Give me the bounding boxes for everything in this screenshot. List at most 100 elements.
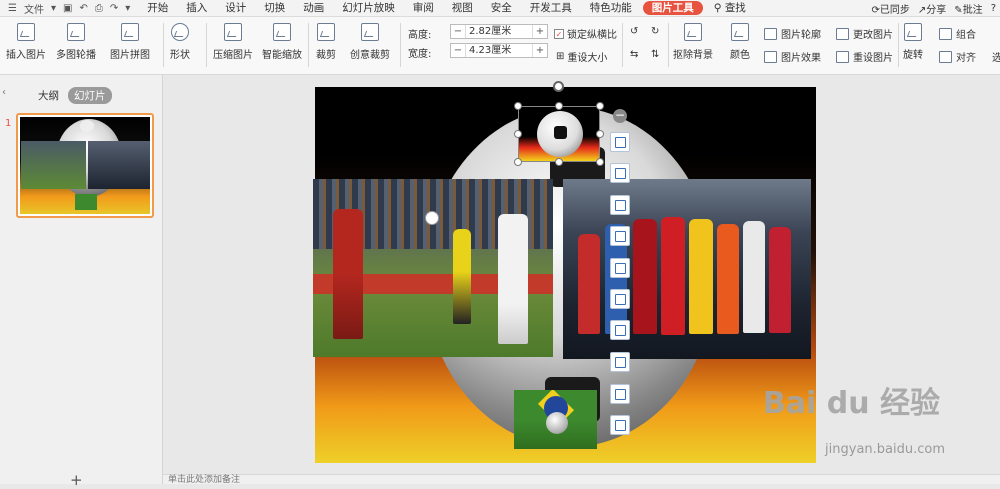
resize-handle-n[interactable]: [555, 102, 563, 110]
search-button[interactable]: ⚲ 查找: [705, 0, 755, 17]
picture-outline-button[interactable]: 图片轮廓: [764, 26, 821, 41]
crop-float-icon[interactable]: [610, 163, 630, 183]
print-icon[interactable]: ⎙: [95, 3, 103, 14]
hamburger-icon[interactable]: ☰: [8, 3, 17, 14]
collage-float-icon[interactable]: [610, 384, 630, 404]
border-float-icon[interactable]: [610, 415, 630, 435]
creative-crop-button[interactable]: 创意裁剪: [350, 23, 390, 61]
reset-size-button[interactable]: ⊞ 重设大小: [556, 49, 607, 64]
fit-float-icon[interactable]: [610, 289, 630, 309]
insert-picture-label: 插入图片: [6, 50, 46, 61]
layer-icon[interactable]: [610, 132, 630, 152]
multi-carousel-button[interactable]: 多图轮播: [56, 23, 96, 61]
tab-outline[interactable]: 大纲: [38, 88, 59, 103]
zoom-float-icon[interactable]: [610, 258, 630, 278]
save-icon[interactable]: ▣: [63, 3, 72, 14]
select-button[interactable]: 选: [992, 49, 1000, 64]
tab-transition[interactable]: 切换: [255, 0, 294, 17]
flip-v-icon[interactable]: ⇅: [651, 49, 659, 60]
width-spinner[interactable]: − 4.23厘米 +: [450, 43, 548, 58]
compress-label: 压缩图片: [213, 50, 253, 61]
share-button[interactable]: ↗分享: [918, 1, 946, 16]
undo-icon[interactable]: ↶: [79, 3, 87, 14]
shape-label: 形状: [170, 50, 190, 61]
rotate-right-icon[interactable]: ↻: [651, 26, 659, 37]
slide-thumbnail[interactable]: [16, 113, 154, 218]
flip-float-icon[interactable]: [610, 226, 630, 246]
help-button[interactable]: ?: [991, 3, 996, 14]
tab-slideshow[interactable]: 幻灯片放映: [333, 0, 404, 17]
replace-float-icon[interactable]: [610, 352, 630, 372]
tab-insert[interactable]: 插入: [177, 0, 216, 17]
remove-background-button[interactable]: 抠除背景: [673, 23, 713, 61]
compress-button[interactable]: 压缩图片: [213, 23, 253, 61]
insert-picture-icon: [17, 23, 35, 41]
file-menu[interactable]: 文件: [24, 1, 44, 16]
add-slide-button[interactable]: +: [70, 471, 83, 489]
collapse-icon[interactable]: ‹: [2, 87, 6, 98]
height-decrement[interactable]: −: [451, 26, 465, 37]
height-spinner[interactable]: − 2.82厘米 +: [450, 24, 548, 39]
resize-handle-se[interactable]: [596, 158, 604, 166]
tab-picture-tools[interactable]: 图片工具: [642, 1, 703, 15]
rotate-button[interactable]: 旋转: [903, 23, 923, 61]
player-referee: [453, 229, 471, 324]
resize-handle-nw[interactable]: [514, 102, 522, 110]
picture-effect-label: 图片效果: [781, 53, 821, 64]
redo-icon[interactable]: ↷: [110, 3, 118, 14]
player: [743, 221, 765, 333]
rotation-handle[interactable]: [553, 81, 564, 92]
crop-button[interactable]: 裁剪: [316, 23, 336, 61]
height-input[interactable]: 2.82厘米: [465, 25, 533, 38]
height-increment[interactable]: +: [533, 26, 547, 37]
tab-home[interactable]: 开始: [138, 0, 177, 17]
edit-float-icon[interactable]: [610, 195, 630, 215]
picture-effect-button[interactable]: 图片效果: [764, 49, 821, 64]
tab-security[interactable]: 安全: [482, 0, 521, 17]
width-increment[interactable]: +: [533, 45, 547, 56]
group-button[interactable]: 组合: [939, 26, 976, 41]
width-input[interactable]: 4.23厘米: [465, 44, 533, 57]
photo-team-lineup[interactable]: [563, 179, 811, 359]
notes-bar[interactable]: 单击此处添加备注: [163, 474, 1000, 485]
brazil-flag-image[interactable]: [514, 390, 597, 449]
insert-picture-button[interactable]: 插入图片: [6, 23, 46, 61]
reset-picture-button[interactable]: 重设图片: [836, 49, 893, 64]
rotate-left-icon[interactable]: ↺: [630, 26, 638, 37]
resize-handle-ne[interactable]: [596, 102, 604, 110]
dropdown-icon[interactable]: ▾: [51, 3, 56, 14]
reset-picture-label: 重设图片: [853, 53, 893, 64]
tab-review[interactable]: 审阅: [404, 0, 443, 17]
more-icon[interactable]: ▾: [125, 3, 130, 14]
resize-handle-e[interactable]: [596, 130, 604, 138]
tab-features[interactable]: 特色功能: [581, 0, 641, 17]
flag-ball: [546, 412, 568, 434]
align-button[interactable]: 对齐: [939, 49, 976, 64]
tab-slides[interactable]: 幻灯片: [68, 87, 112, 104]
selected-ball-image[interactable]: [518, 106, 600, 162]
change-picture-button[interactable]: 更改图片: [836, 26, 893, 41]
tab-view[interactable]: 视图: [443, 0, 482, 17]
panel-tabs: 大纲 幻灯片: [38, 87, 112, 104]
smart-zoom-label: 智能缩放: [262, 50, 302, 61]
tab-design[interactable]: 设计: [216, 0, 255, 17]
collapse-toolbar-icon[interactable]: −: [613, 109, 627, 123]
shape-button[interactable]: 形状: [170, 23, 190, 61]
picture-collage-button[interactable]: 图片拼图: [110, 23, 150, 61]
flip-h-icon[interactable]: ⇆: [630, 49, 638, 60]
resize-handle-w[interactable]: [514, 130, 522, 138]
lock-ratio-checkbox[interactable]: ✓ 锁定纵横比: [554, 26, 617, 41]
resize-handle-s[interactable]: [555, 158, 563, 166]
width-decrement[interactable]: −: [451, 45, 465, 56]
crop-label: 裁剪: [316, 50, 336, 61]
tab-developer[interactable]: 开发工具: [521, 0, 581, 17]
copy-float-icon[interactable]: [610, 320, 630, 340]
color-button[interactable]: 颜色: [730, 23, 750, 61]
photo-players-match[interactable]: [313, 179, 553, 357]
smart-zoom-button[interactable]: 智能缩放: [262, 23, 302, 61]
comment-button[interactable]: ✎批注: [954, 1, 982, 16]
tab-animation[interactable]: 动画: [294, 0, 333, 17]
sync-button[interactable]: ⟳已同步: [872, 1, 910, 16]
picture-outline-label: 图片轮廓: [781, 30, 821, 41]
resize-handle-sw[interactable]: [514, 158, 522, 166]
